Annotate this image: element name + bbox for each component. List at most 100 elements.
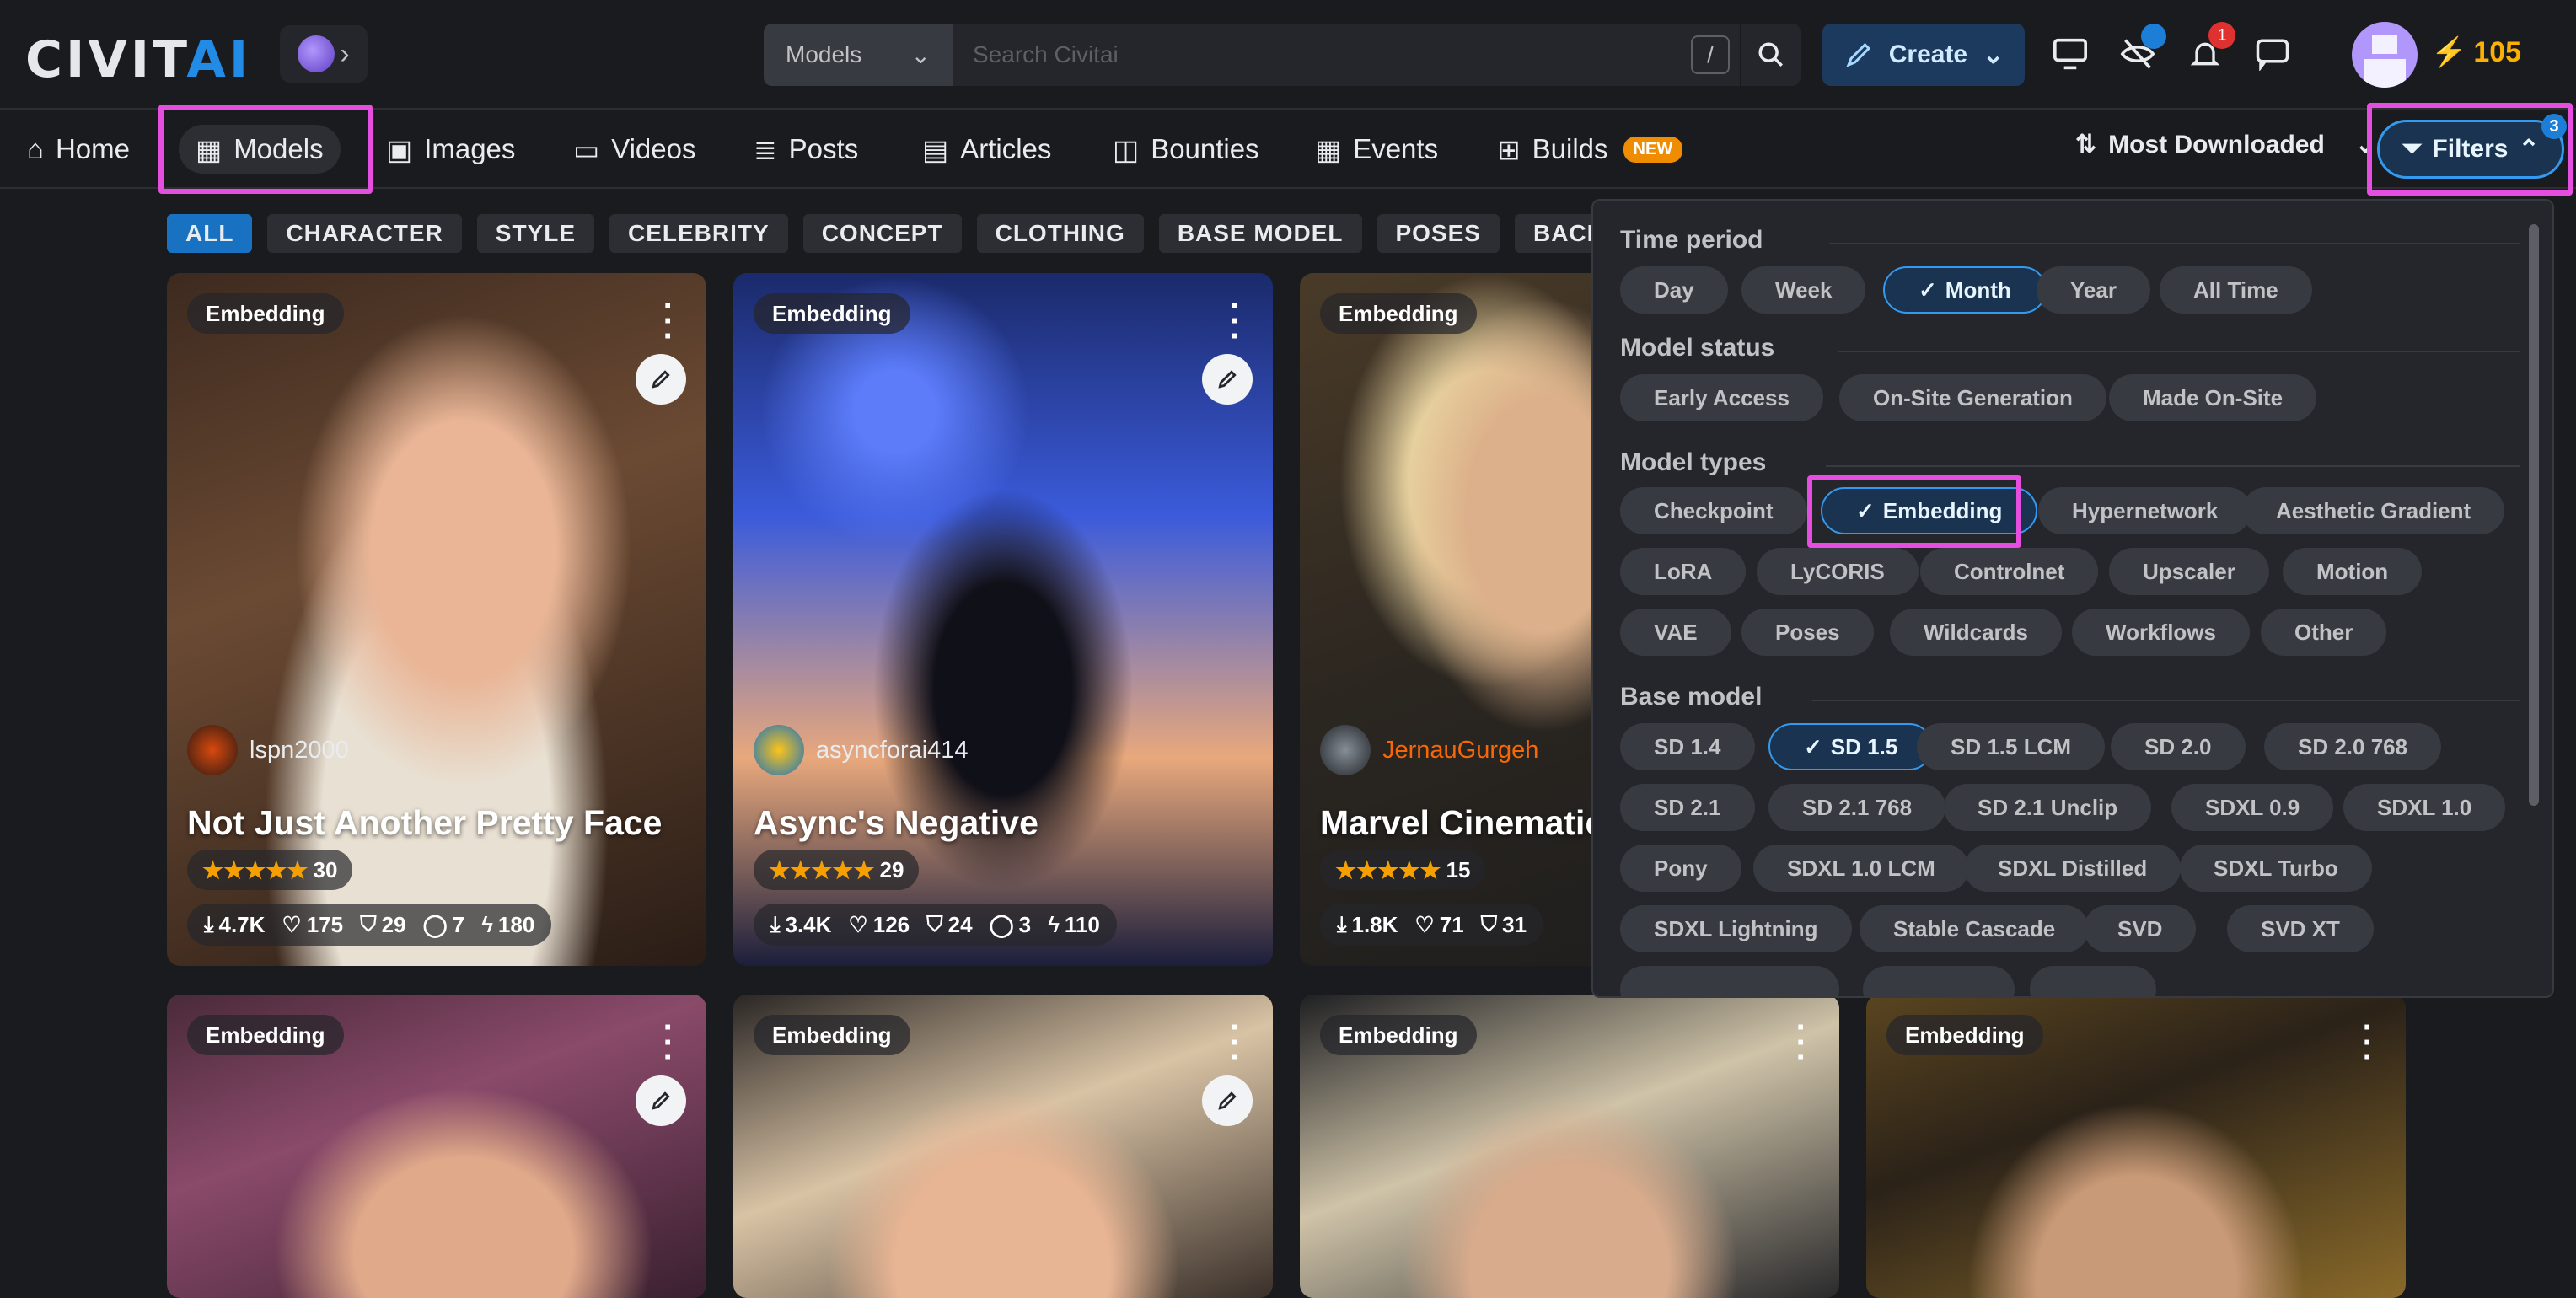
nav-home[interactable]: ⌂ Home — [10, 125, 147, 174]
search-input[interactable]: Search Civitai / — [953, 24, 1740, 86]
chip-sd-1-5[interactable]: ✓ SD 1.5 — [1768, 723, 1934, 770]
chip-aesthetic-gradient[interactable]: Aesthetic Gradient — [2242, 487, 2505, 534]
chip-lora[interactable]: LoRA — [1620, 548, 1747, 595]
search-placeholder: Search Civitai — [973, 41, 1119, 67]
brush-icon[interactable] — [1202, 1075, 1253, 1126]
chip-controlnet[interactable]: Controlnet — [1920, 548, 2099, 595]
nav-posts[interactable]: ≣ Posts — [737, 125, 875, 174]
chip-sd-2-0[interactable]: SD 2.0 — [2111, 723, 2246, 770]
nav-images[interactable]: ▣ Images — [369, 125, 532, 174]
chip-day[interactable]: Day — [1620, 266, 1728, 314]
chip-svd[interactable]: SVD — [2084, 905, 2197, 952]
chip-month[interactable]: ✓ Month — [1883, 266, 2047, 314]
chip-sdxl-1-0[interactable]: SDXL 1.0 — [2343, 784, 2506, 831]
sort-select[interactable]: ⇅ Most Downloaded ⌄ — [2075, 130, 2376, 159]
chip-sd-2-0-768[interactable]: SD 2.0 768 — [2264, 723, 2442, 770]
chip-vae[interactable]: VAE — [1620, 609, 1731, 656]
create-button[interactable]: Create ⌄ — [1822, 24, 2025, 86]
chip-upscaler[interactable]: Upscaler — [2109, 548, 2269, 595]
chip-sdxl-distilled[interactable]: SDXL Distilled — [1964, 845, 2182, 892]
creator[interactable]: JernauGurgeh — [1320, 725, 1538, 775]
shield-icon — [2141, 24, 2166, 49]
chip-sdxl-1-0-lcm[interactable]: SDXL 1.0 LCM — [1753, 845, 1969, 892]
civitai-logo[interactable]: CIVITAI — [25, 30, 251, 89]
more-menu-icon[interactable]: · · · — [1230, 289, 1241, 353]
nav-articles[interactable]: ▤ Articles — [905, 125, 1068, 174]
chip-svd-xt[interactable]: SVD XT — [2227, 905, 2374, 952]
chip-sdxl-0-9[interactable]: SDXL 0.9 — [2171, 784, 2334, 831]
search-type-select[interactable]: Models ⌄ — [764, 24, 953, 86]
chip-motion[interactable]: Motion — [2283, 548, 2423, 595]
model-title[interactable]: Marvel Cinematic — [1320, 803, 1604, 843]
chip-more[interactable] — [2030, 966, 2156, 996]
model-card[interactable]: Embedding · · · — [733, 995, 1273, 1298]
chip-sd-2-1-768[interactable]: SD 2.1 768 — [1768, 784, 1946, 831]
chip-other[interactable]: Other — [2261, 609, 2387, 656]
brush-icon[interactable] — [636, 354, 686, 405]
chip-more[interactable] — [1620, 966, 1839, 996]
more-menu-icon[interactable]: · · · — [1230, 1011, 1241, 1075]
chip-made-on-site[interactable]: Made On-Site — [2109, 374, 2317, 421]
search-button[interactable] — [1740, 24, 1801, 86]
chip-sd-2-1-unclip[interactable]: SD 2.1 Unclip — [1944, 784, 2152, 831]
check-icon: ✓ — [1919, 276, 1937, 303]
chip-week[interactable]: Week — [1741, 266, 1866, 314]
planet-icon — [298, 35, 335, 72]
chip-hypernetwork[interactable]: Hypernetwork — [2038, 487, 2252, 534]
model-title[interactable]: Not Just Another Pretty Face — [187, 803, 662, 843]
app-switcher-button[interactable]: › — [280, 25, 368, 83]
chip-poses[interactable]: Poses — [1741, 609, 1874, 656]
chip-sd-1-5-lcm[interactable]: SD 1.5 LCM — [1917, 723, 2106, 770]
user-avatar[interactable] — [2352, 22, 2418, 88]
chip-sd-2-1[interactable]: SD 2.1 — [1620, 784, 1755, 831]
more-menu-icon[interactable]: · · · — [663, 289, 674, 353]
nav-events[interactable]: ▦ Events — [1298, 125, 1455, 174]
bell-icon[interactable]: 1 — [2182, 22, 2235, 78]
category-concept[interactable]: CONCEPT — [802, 214, 962, 253]
chip-wildcards[interactable]: Wildcards — [1890, 609, 2063, 656]
category-clothing[interactable]: CLOTHING — [976, 214, 1144, 253]
chip-early-access[interactable]: Early Access — [1620, 374, 1823, 421]
monitor-icon[interactable] — [2047, 30, 2094, 78]
model-card[interactable]: Embedding · · · — [1300, 995, 1839, 1298]
more-menu-icon[interactable]: · · · — [2363, 1011, 2374, 1075]
category-base-model[interactable]: BASE MODEL — [1158, 214, 1362, 253]
chip-on-site-generation[interactable]: On-Site Generation — [1839, 374, 2106, 421]
buzz-balance[interactable]: ⚡ 105 — [2431, 35, 2521, 69]
nav-builds[interactable]: ⊞ Builds NEW — [1480, 125, 1699, 174]
time-period-heading: Time period — [1620, 226, 1763, 254]
nav-videos[interactable]: ▭ Videos — [556, 125, 713, 174]
more-menu-icon[interactable]: · · · — [663, 1011, 674, 1075]
brush-icon[interactable] — [636, 1075, 686, 1126]
chip-lycoris[interactable]: LyCORIS — [1757, 548, 1919, 595]
more-menu-icon[interactable]: · · · — [1796, 1011, 1807, 1075]
creator[interactable]: asyncforai414 — [754, 725, 969, 775]
chip-checkpoint[interactable]: Checkpoint — [1620, 487, 1807, 534]
model-card[interactable]: Embedding · · · lspn2000 Not Just Another … — [167, 273, 706, 966]
category-style[interactable]: STYLE — [476, 214, 594, 253]
nav-bounties[interactable]: ◫ Bounties — [1096, 125, 1276, 174]
model-card[interactable]: Embedding · · · asyncforai414 Async's Nega… — [733, 273, 1273, 966]
category-poses[interactable]: POSES — [1377, 214, 1500, 253]
creator[interactable]: lspn2000 — [187, 725, 349, 775]
brush-icon[interactable] — [1202, 354, 1253, 405]
category-all[interactable]: ALL — [167, 214, 253, 253]
chip-year[interactable]: Year — [2037, 266, 2150, 314]
chip-workflows[interactable]: Workflows — [2072, 609, 2250, 656]
chip-sdxl-turbo[interactable]: SDXL Turbo — [2180, 845, 2372, 892]
likes-stat: ♡ 71 — [1414, 911, 1464, 937]
panel-scrollbar[interactable] — [2529, 224, 2539, 806]
model-card[interactable]: Embedding · · · — [1866, 995, 2406, 1298]
category-celebrity[interactable]: CELEBRITY — [609, 214, 788, 253]
model-title[interactable]: Async's Negative — [754, 803, 1038, 843]
chip-sd-1-4[interactable]: SD 1.4 — [1620, 723, 1755, 770]
chip-more[interactable] — [1863, 966, 2015, 996]
chat-icon[interactable] — [2249, 30, 2296, 78]
chip-stable-cascade[interactable]: Stable Cascade — [1860, 905, 2090, 952]
model-card[interactable]: Embedding · · · — [167, 995, 706, 1298]
category-character[interactable]: CHARACTER — [267, 214, 462, 253]
chip-sdxl-lightning[interactable]: SDXL Lightning — [1620, 905, 1852, 952]
eye-off-icon[interactable] — [2114, 24, 2166, 78]
chip-all-time[interactable]: All Time — [2160, 266, 2312, 314]
chip-pony[interactable]: Pony — [1620, 845, 1741, 892]
